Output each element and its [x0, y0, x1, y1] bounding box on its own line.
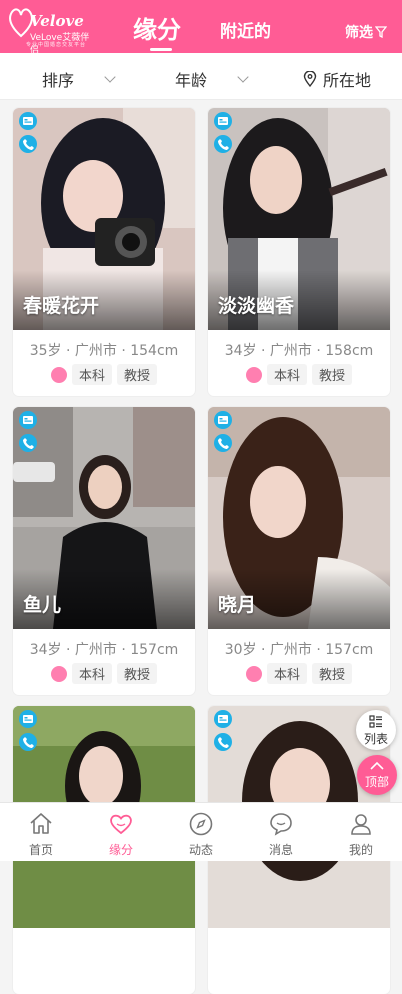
- app-header: Velove VeLove艾薇伴侣 专业中国婚恋交友平台 缘分 附近的 筛选: [0, 0, 402, 56]
- phone-verified-icon: [214, 135, 232, 153]
- sort-label: 排序: [42, 71, 75, 90]
- location-dropdown[interactable]: 所在地: [303, 67, 371, 91]
- location-pin-icon: [303, 71, 317, 87]
- profile-tags: 本科 教授: [13, 663, 195, 684]
- id-verified-icon: [19, 112, 37, 130]
- nav-messages-label: 消息: [268, 843, 293, 857]
- occupation-tag: 教授: [117, 364, 158, 385]
- profile-tags: 本科 教授: [208, 663, 390, 684]
- tab-fate[interactable]: 缘分: [133, 10, 181, 45]
- nav-moments-label: 动态: [188, 843, 213, 857]
- id-verified-icon: [214, 710, 232, 728]
- nav-fate[interactable]: 缘分: [81, 803, 161, 861]
- back-to-top-button[interactable]: 顶部: [357, 755, 397, 795]
- profile-photo[interactable]: 淡淡幽香: [208, 108, 390, 330]
- nav-profile[interactable]: 我的: [321, 803, 401, 861]
- filter-label: 筛选: [345, 25, 373, 41]
- search-tag-icon: [50, 366, 67, 383]
- location-label: 所在地: [323, 71, 372, 90]
- filter-button[interactable]: 筛选: [345, 22, 387, 42]
- tab-active-indicator: [150, 48, 172, 51]
- phone-verified-icon: [214, 733, 232, 751]
- profile-tags: 本科 教授: [208, 364, 390, 385]
- logo-text: Velove: [30, 12, 84, 30]
- home-icon: [30, 813, 52, 834]
- nav-home[interactable]: 首页: [1, 803, 81, 861]
- profile-tags: 本科 教授: [13, 364, 195, 385]
- education-tag: 本科: [266, 663, 307, 684]
- nav-fate-label: 缘分: [108, 843, 133, 857]
- age-label: 年龄: [175, 71, 208, 90]
- chevron-down-icon: [237, 71, 249, 83]
- profile-card[interactable]: 淡淡幽香 34岁 · 广州市 · 158cm 本科 教授: [208, 108, 390, 396]
- velove-logo: Velove VeLove艾薇伴侣 专业中国婚恋交友平台: [8, 6, 94, 56]
- profile-name: 晓月: [218, 594, 257, 616]
- funnel-icon: [375, 26, 387, 38]
- profile-card[interactable]: 鱼儿 34岁 · 广州市 · 157cm 本科 教授: [13, 407, 195, 695]
- search-tag-icon: [50, 665, 67, 682]
- phone-verified-icon: [19, 135, 37, 153]
- logo-subtitle: 专业中国婚恋交友平台: [26, 42, 87, 48]
- user-icon: [351, 814, 371, 835]
- compass-icon: [189, 812, 213, 836]
- phone-verified-icon: [19, 733, 37, 751]
- list-view-button[interactable]: 列表: [356, 710, 396, 750]
- chevron-down-icon: [104, 71, 116, 83]
- occupation-tag: 教授: [117, 663, 158, 684]
- profile-name: 春暖花开: [23, 295, 100, 317]
- message-icon: [270, 813, 292, 836]
- bottom-nav: 首页 缘分 动态 消息 我的: [0, 802, 402, 861]
- profile-name: 鱼儿: [23, 594, 62, 616]
- profile-info: 35岁 · 广州市 · 154cm: [29, 343, 179, 359]
- nav-moments[interactable]: 动态: [161, 803, 241, 861]
- education-tag: 本科: [71, 663, 112, 684]
- search-tag-icon: [245, 665, 262, 682]
- tab-nearby[interactable]: 附近的: [220, 17, 271, 42]
- education-tag: 本科: [266, 364, 307, 385]
- search-tag-icon: [245, 366, 262, 383]
- id-verified-icon: [19, 710, 37, 728]
- profile-name: 淡淡幽香: [218, 295, 295, 317]
- list-icon: [369, 715, 382, 728]
- profile-photo[interactable]: 晓月: [208, 407, 390, 629]
- education-tag: 本科: [71, 364, 112, 385]
- profile-photo[interactable]: 鱼儿: [13, 407, 195, 629]
- occupation-tag: 教授: [312, 663, 353, 684]
- nav-messages[interactable]: 消息: [241, 803, 321, 861]
- chevron-up-icon: [370, 761, 384, 770]
- profile-card[interactable]: 晓月 30岁 · 广州市 · 157cm 本科 教授: [208, 407, 390, 695]
- back-to-top-label: 顶部: [364, 775, 389, 789]
- sort-dropdown[interactable]: 排序: [42, 67, 116, 91]
- profile-info: 30岁 · 广州市 · 157cm: [224, 642, 374, 658]
- profile-card[interactable]: 春暖花开 35岁 · 广州市 · 154cm 本科 教授: [13, 108, 195, 396]
- id-verified-icon: [214, 411, 232, 429]
- list-view-label: 列表: [363, 732, 388, 746]
- occupation-tag: 教授: [312, 364, 353, 385]
- nav-profile-label: 我的: [348, 843, 373, 857]
- heart-icon: [110, 814, 132, 835]
- profile-photo[interactable]: 春暖花开: [13, 108, 195, 330]
- id-verified-icon: [214, 112, 232, 130]
- age-dropdown[interactable]: 年龄: [175, 67, 249, 91]
- id-verified-icon: [19, 411, 37, 429]
- phone-verified-icon: [214, 434, 232, 452]
- profile-info: 34岁 · 广州市 · 158cm: [224, 343, 374, 359]
- profile-info: 34岁 · 广州市 · 157cm: [29, 642, 179, 658]
- sort-bar: 排序 年龄 所在地: [0, 53, 402, 100]
- phone-verified-icon: [19, 434, 37, 452]
- nav-home-label: 首页: [28, 843, 53, 857]
